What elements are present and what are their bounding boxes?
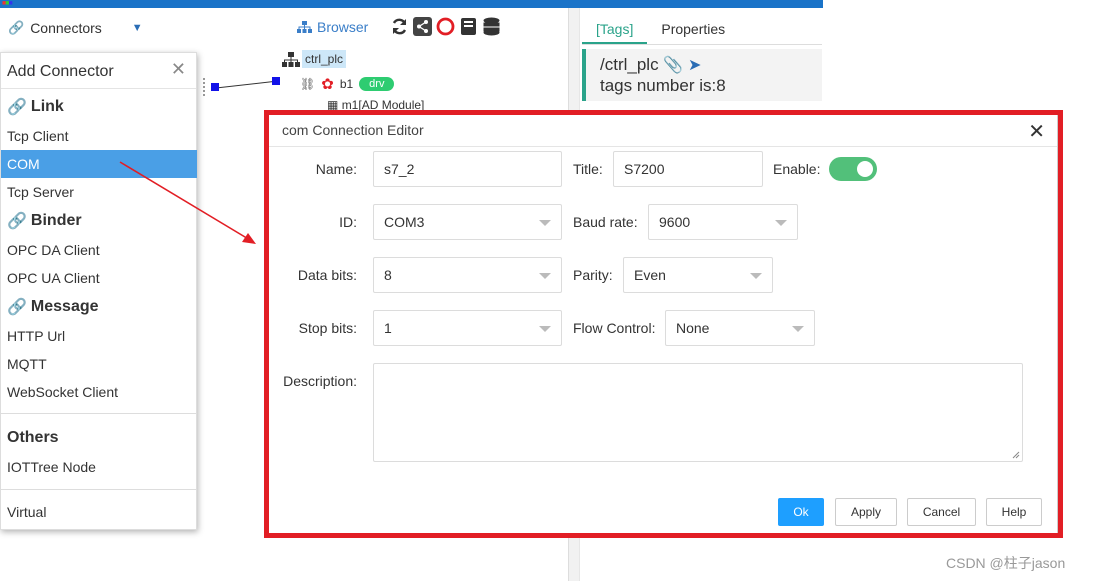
menu-group-binder: 🔗 Binder bbox=[7, 211, 82, 231]
paperclip-icon[interactable]: 📎 bbox=[663, 57, 683, 74]
tree-node-label: m1[AD Module] bbox=[341, 98, 425, 112]
connectors-dropdown[interactable]: 🔗 Connectors ▼ bbox=[8, 20, 143, 36]
tags-count: tags number is:8 bbox=[600, 76, 726, 95]
tab-properties[interactable]: Properties bbox=[647, 14, 739, 44]
menu-divider bbox=[1, 413, 197, 414]
flow-control-label: Flow Control: bbox=[573, 320, 656, 336]
baud-rate-label: Baud rate: bbox=[573, 214, 638, 230]
book-icon[interactable] bbox=[459, 17, 478, 36]
menu-header: Add Connector ✕ bbox=[1, 53, 196, 89]
stop-bits-label: Stop bits: bbox=[298, 320, 357, 336]
annotation-arrow bbox=[119, 161, 256, 244]
menu-item-http-url[interactable]: HTTP Url bbox=[1, 322, 197, 350]
flow-control-select[interactable]: None bbox=[665, 310, 815, 346]
send-icon[interactable]: ➤ bbox=[688, 57, 701, 74]
window-dots-icon: ■■■ bbox=[2, 0, 13, 7]
stop-bits-select[interactable]: 1 bbox=[373, 310, 562, 346]
tree-node-b1[interactable]: ⛓ ✿ b1 drv bbox=[300, 75, 395, 93]
tags-path-row: /ctrl_plc 📎 ➤ bbox=[600, 55, 808, 76]
parity-label: Parity: bbox=[573, 267, 613, 283]
connector-plug-icon: ⛓ bbox=[300, 77, 316, 91]
tree-node-m1[interactable]: ▦ m1[AD Module] bbox=[327, 98, 424, 112]
title-input[interactable]: S7200 bbox=[613, 151, 763, 187]
cancel-button[interactable]: Cancel bbox=[907, 498, 976, 526]
add-connector-menu: Add Connector ✕ 🔗 Link Tcp Client COM Tcp… bbox=[0, 52, 197, 530]
tree-node-label: b1 bbox=[339, 77, 354, 91]
enable-toggle[interactable] bbox=[829, 157, 877, 181]
name-input[interactable]: s7_2 bbox=[373, 151, 562, 187]
hierarchy-icon bbox=[282, 52, 300, 67]
enable-label: Enable: bbox=[773, 161, 821, 177]
sitemap-icon bbox=[297, 20, 312, 33]
description-label: Description: bbox=[283, 373, 357, 389]
tree-node-root[interactable]: ctrl_plc bbox=[282, 50, 570, 72]
close-icon[interactable]: ✕ bbox=[1028, 119, 1045, 144]
group-label: Binder bbox=[30, 212, 82, 229]
com-connection-editor-dialog: com Connection Editor ✕ Name: s7_2 Title… bbox=[268, 114, 1058, 534]
connection-line bbox=[203, 77, 280, 98]
data-bits-label: Data bits: bbox=[297, 267, 357, 283]
group-label: Message bbox=[30, 298, 99, 315]
menu-divider bbox=[1, 489, 197, 490]
status-badge: drv bbox=[359, 77, 395, 91]
right-tabs: [Tags] Properties bbox=[582, 14, 739, 44]
apply-button[interactable]: Apply bbox=[835, 498, 897, 526]
baud-rate-select[interactable]: 9600 bbox=[648, 204, 798, 240]
menu-item-websocket[interactable]: WebSocket Client bbox=[1, 378, 197, 406]
menu-item-virtual[interactable]: Virtual bbox=[1, 498, 197, 526]
ok-button[interactable]: Ok bbox=[778, 498, 824, 526]
id-label: ID: bbox=[339, 214, 357, 230]
name-label: Name: bbox=[315, 161, 357, 177]
resize-handle-icon[interactable] bbox=[1012, 451, 1020, 459]
tree-node-label: ctrl_plc bbox=[302, 50, 347, 68]
tab-divider bbox=[582, 44, 822, 45]
link-icon: 🔗 bbox=[8, 20, 25, 35]
menu-item-iottree-node[interactable]: IOTTree Node bbox=[1, 453, 197, 481]
menu-item-opc-ua[interactable]: OPC UA Client bbox=[1, 264, 197, 292]
id-select[interactable]: COM3 bbox=[373, 204, 562, 240]
refresh-icon[interactable] bbox=[390, 17, 409, 36]
top-bar: ■■■ bbox=[0, 0, 823, 8]
tags-info-box: /ctrl_plc 📎 ➤ tags number is:8 bbox=[582, 49, 822, 101]
watermark: CSDN @柱子jason bbox=[946, 555, 1066, 571]
stop-icon[interactable] bbox=[436, 17, 455, 36]
menu-group-others: Others bbox=[7, 429, 59, 447]
tags-path: /ctrl_plc bbox=[600, 55, 659, 74]
parity-select[interactable]: Even bbox=[623, 257, 773, 293]
help-button[interactable]: Help bbox=[986, 498, 1042, 526]
menu-title: Add Connector bbox=[7, 63, 114, 80]
module-icon: ▦ bbox=[327, 98, 339, 112]
data-bits-select[interactable]: 8 bbox=[373, 257, 562, 293]
group-label: Others bbox=[7, 429, 59, 446]
share-icon[interactable] bbox=[413, 17, 432, 36]
menu-item-mqtt[interactable]: MQTT bbox=[1, 350, 197, 378]
group-label: Link bbox=[30, 98, 64, 115]
browser-label: Browser bbox=[317, 19, 369, 35]
menu-group-message: 🔗 Message bbox=[7, 297, 99, 317]
database-icon[interactable] bbox=[482, 17, 501, 36]
link-icon: 🔗 bbox=[7, 213, 27, 230]
menu-group-link: 🔗 Link bbox=[7, 97, 64, 117]
menu-item-tcp-client[interactable]: Tcp Client bbox=[1, 122, 197, 150]
browser-tab[interactable]: Browser bbox=[297, 19, 368, 35]
browser-toolbar bbox=[390, 17, 501, 36]
close-icon[interactable]: ✕ bbox=[171, 59, 186, 80]
dialog-title: com Connection Editor bbox=[269, 115, 1057, 147]
description-textarea[interactable] bbox=[373, 363, 1023, 462]
title-label: Title: bbox=[573, 161, 603, 177]
tab-tags[interactable]: [Tags] bbox=[582, 14, 648, 44]
link-icon: 🔗 bbox=[7, 299, 27, 316]
gear-icon: ✿ bbox=[321, 76, 334, 93]
toggle-knob bbox=[857, 161, 873, 177]
chevron-down-icon[interactable]: ▼ bbox=[132, 22, 143, 34]
link-icon: 🔗 bbox=[7, 99, 27, 116]
connectors-label: Connectors bbox=[30, 20, 102, 36]
